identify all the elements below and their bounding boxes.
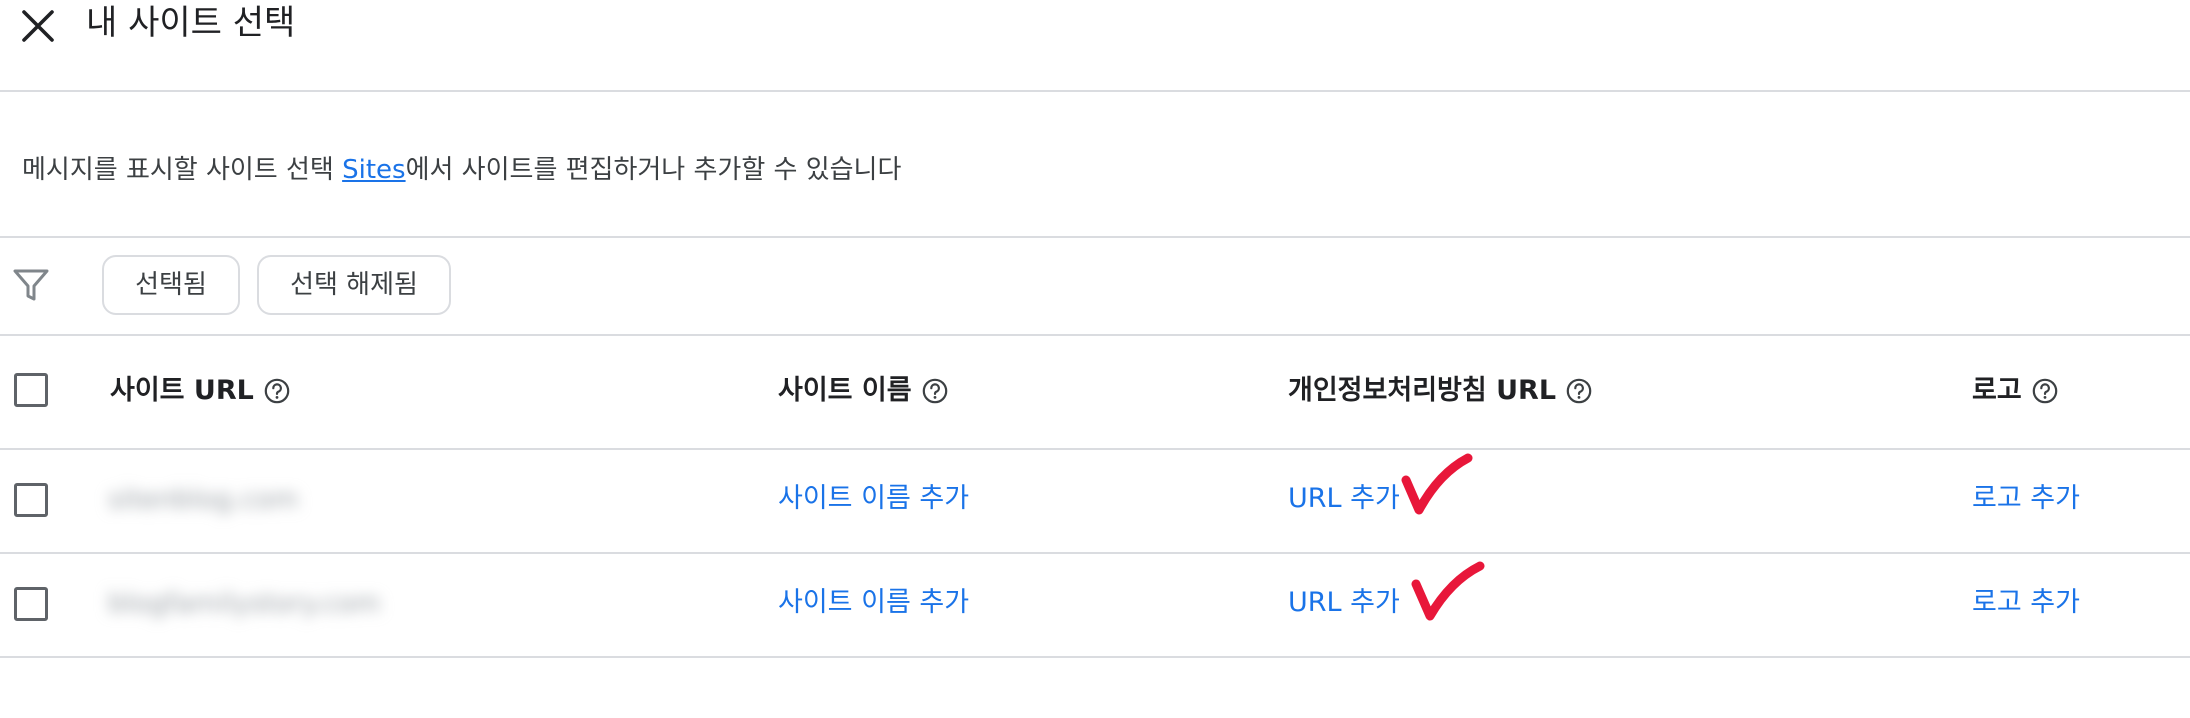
column-header-site-url-label: 사이트 URL — [110, 375, 254, 406]
description-after: 에서 사이트를 편집하거나 추가할 수 있습니다 — [405, 155, 902, 185]
selected-filter-chip[interactable]: 선택됨 — [102, 255, 240, 315]
help-icon[interactable] — [1566, 378, 1592, 404]
table-header-divider — [0, 448, 2190, 450]
column-header-logo[interactable]: 로고 — [1972, 374, 2058, 408]
add-logo-link[interactable]: 로고 추가 — [1972, 482, 2080, 516]
description-divider — [0, 236, 2190, 238]
site-selection-dialog: 내 사이트 선택 메시지를 표시할 사이트 선택 Sites에서 사이트를 편집… — [0, 0, 2190, 718]
column-header-privacy-url-label: 개인정보처리방침 URL — [1288, 375, 1557, 406]
add-privacy-url-link[interactable]: URL 추가 — [1288, 482, 1400, 516]
column-header-site-url[interactable]: 사이트 URL — [110, 374, 290, 408]
row-checkbox[interactable] — [14, 483, 48, 517]
unselected-filter-chip[interactable]: 선택 해제됨 — [257, 255, 451, 315]
help-icon[interactable] — [264, 378, 290, 404]
column-header-privacy-url[interactable]: 개인정보처리방침 URL — [1288, 374, 1592, 408]
site-url-value: sitenblog.com — [108, 484, 299, 515]
column-header-site-name-label: 사이트 이름 — [778, 375, 912, 406]
dialog-header: 내 사이트 선택 — [0, 0, 2190, 90]
filter-divider — [0, 334, 2190, 336]
help-icon[interactable] — [922, 378, 948, 404]
description-before: 메시지를 표시할 사이트 선택 — [22, 155, 343, 185]
add-logo-link[interactable]: 로고 추가 — [1972, 586, 2080, 620]
site-url-value: blogfamilystory.com — [108, 588, 381, 619]
dialog-title: 내 사이트 선택 — [86, 3, 296, 43]
header-divider — [0, 90, 2190, 92]
close-button[interactable] — [18, 6, 58, 46]
add-site-name-link[interactable]: 사이트 이름 추가 — [778, 482, 969, 516]
column-header-site-name[interactable]: 사이트 이름 — [778, 374, 948, 408]
select-all-checkbox[interactable] — [14, 373, 48, 407]
row-checkbox[interactable] — [14, 587, 48, 621]
filter-icon[interactable] — [12, 266, 50, 304]
sites-link[interactable]: Sites — [342, 155, 405, 185]
red-checkmark-annotation-icon — [1411, 561, 1485, 621]
description-text: 메시지를 표시할 사이트 선택 Sites에서 사이트를 편집하거나 추가할 수… — [22, 152, 901, 188]
row-divider — [0, 552, 2190, 554]
table-bottom-divider — [0, 656, 2190, 658]
add-privacy-url-link[interactable]: URL 추가 — [1288, 586, 1400, 620]
close-icon — [22, 10, 54, 42]
help-icon[interactable] — [2032, 378, 2058, 404]
add-site-name-link[interactable]: 사이트 이름 추가 — [778, 586, 969, 620]
red-checkmark-annotation-icon — [1401, 453, 1473, 515]
column-header-logo-label: 로고 — [1972, 375, 2022, 406]
